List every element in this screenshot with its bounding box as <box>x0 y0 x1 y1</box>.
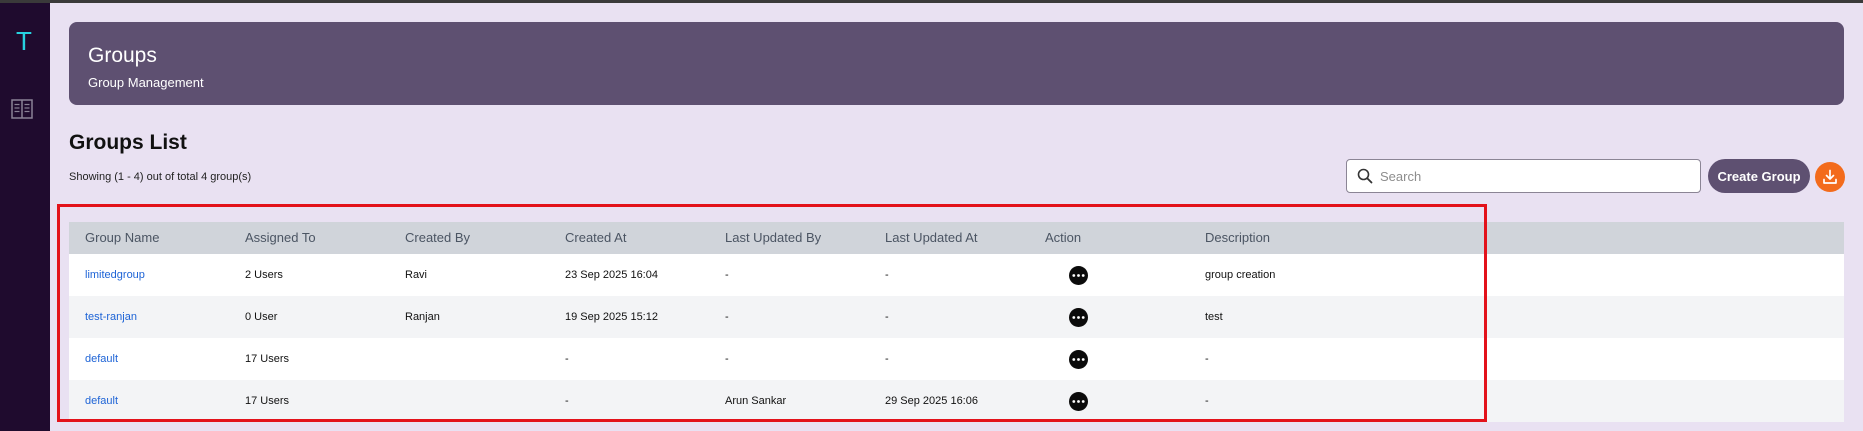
description-cell: group creation <box>1205 269 1276 281</box>
last-updated-at-cell: - <box>885 311 889 323</box>
created-at-cell: 19 Sep 2025 15:12 <box>565 311 658 323</box>
assigned-to-cell: 17 Users <box>245 353 290 365</box>
group-name-link[interactable]: test-ranjan <box>85 296 137 338</box>
results-count: Showing (1 - 4) out of total 4 group(s) <box>69 171 252 183</box>
last-updated-by-cell: - <box>725 353 729 365</box>
download-button[interactable] <box>1815 162 1845 192</box>
search-box[interactable] <box>1346 159 1701 193</box>
last-updated-at-cell: 29 Sep 2025 16:06 <box>885 395 978 407</box>
groups-table: Group Name Assigned To Created By Create… <box>69 222 1844 422</box>
created-by-cell: Ranjan <box>405 311 440 323</box>
last-updated-by-cell: - <box>725 311 729 323</box>
created-by-cell: Ravi <box>405 269 428 281</box>
group-name-link[interactable]: default <box>85 380 118 422</box>
search-input[interactable] <box>1380 166 1690 186</box>
column-header-created-by[interactable]: Created By <box>405 222 470 254</box>
column-header-group-name[interactable]: Group Name <box>85 222 159 254</box>
download-icon <box>1823 169 1837 184</box>
table-row: limitedgroup 2 Users Ravi 23 Sep 2025 16… <box>69 254 1844 296</box>
table-row: default 17 Users - - - - <box>69 338 1844 380</box>
description-cell: - <box>1205 395 1209 407</box>
created-at-cell: 23 Sep 2025 16:04 <box>565 269 658 281</box>
column-header-description[interactable]: Description <box>1205 222 1270 254</box>
page-title: Groups <box>88 44 157 67</box>
table-row: test-ranjan 0 User Ranjan 19 Sep 2025 15… <box>69 296 1844 338</box>
list-title: Groups List <box>69 131 187 154</box>
last-updated-by-cell: Arun Sankar <box>725 395 787 407</box>
created-at-cell: - <box>565 395 569 407</box>
book-icon[interactable] <box>10 97 34 121</box>
more-actions-icon[interactable] <box>1069 392 1088 411</box>
description-cell: test <box>1205 311 1223 323</box>
page-subtitle: Group Management <box>88 75 204 90</box>
assigned-to-cell: 0 User <box>245 311 278 323</box>
description-cell: - <box>1205 353 1209 365</box>
assigned-to-cell: 2 Users <box>245 269 283 281</box>
group-name-link[interactable]: default <box>85 338 118 380</box>
more-actions-icon[interactable] <box>1069 266 1088 285</box>
column-header-last-updated-by[interactable]: Last Updated By <box>725 222 821 254</box>
column-header-assigned-to[interactable]: Assigned To <box>245 222 316 254</box>
sidebar: T <box>0 3 50 431</box>
last-updated-at-cell: - <box>885 269 889 281</box>
assigned-to-cell: 17 Users <box>245 395 290 407</box>
search-icon <box>1357 168 1373 184</box>
create-group-button[interactable]: Create Group <box>1708 159 1810 193</box>
more-actions-icon[interactable] <box>1069 350 1088 369</box>
column-header-last-updated-at[interactable]: Last Updated At <box>885 222 978 254</box>
page-header: Groups Group Management <box>69 22 1844 105</box>
app-logo[interactable]: T <box>13 28 35 54</box>
main-content: Groups Group Management Groups List Show… <box>50 3 1863 431</box>
table-row: default 17 Users - Arun Sankar 29 Sep 20… <box>69 380 1844 422</box>
group-name-link[interactable]: limitedgroup <box>85 254 145 296</box>
more-actions-icon[interactable] <box>1069 308 1088 327</box>
last-updated-by-cell: - <box>725 269 729 281</box>
created-at-cell: - <box>565 353 569 365</box>
last-updated-at-cell: - <box>885 353 889 365</box>
table-header: Group Name Assigned To Created By Create… <box>69 222 1844 254</box>
column-header-created-at[interactable]: Created At <box>565 222 626 254</box>
column-header-action: Action <box>1045 230 1082 245</box>
